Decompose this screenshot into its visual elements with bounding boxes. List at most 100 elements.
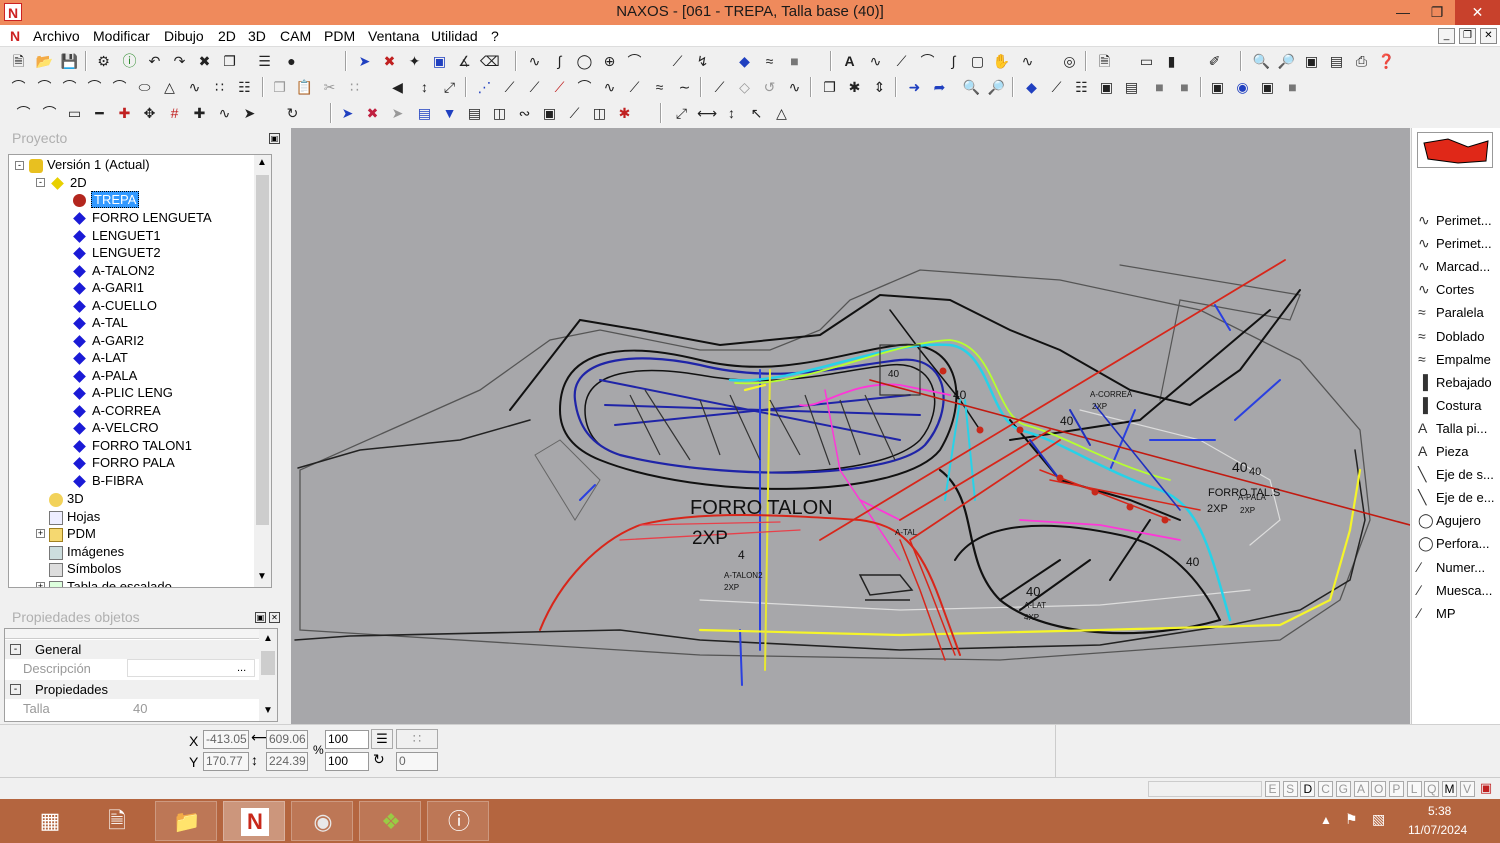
minimize-button[interactable]: —	[1386, 0, 1420, 25]
equal-icon[interactable]: ▤	[465, 104, 484, 122]
align-button[interactable]: ☰	[371, 729, 393, 749]
pointer-icon[interactable]: ➤	[240, 104, 259, 122]
stitch-icon[interactable]: ▮	[1162, 52, 1181, 70]
menu-help[interactable]: ?	[491, 28, 499, 44]
multi-icon[interactable]: ∷	[345, 78, 364, 96]
export-icon[interactable]: 🗎	[1095, 52, 1114, 70]
expand-tabla-icon[interactable]: +	[36, 582, 45, 587]
knife-icon[interactable]: ⟋	[550, 78, 569, 96]
collapse-propiedades-icon[interactable]: -	[10, 684, 21, 695]
status-toggle-l[interactable]: L	[1406, 781, 1422, 797]
mirror-icon[interactable]: ▭	[1137, 52, 1156, 70]
settings-icon[interactable]: ⚙	[94, 52, 113, 70]
piece-preview[interactable]	[1417, 132, 1493, 168]
shade-icon[interactable]: ■	[1283, 78, 1302, 96]
menu-modificar[interactable]: Modificar	[93, 28, 150, 44]
tree-node-piece[interactable]: A-GARI2	[71, 332, 144, 349]
tree-node-2d[interactable]: 2D	[49, 174, 87, 191]
arc-icon[interactable]: ⌒	[625, 52, 644, 70]
x-coordinate-field[interactable]: -413.05	[203, 730, 249, 749]
model-icon[interactable]: ▣	[1258, 78, 1277, 96]
scroll-down-icon[interactable]: ▼	[257, 571, 267, 582]
tool-item[interactable]: A Pieza	[1418, 441, 1469, 462]
pattern-icon[interactable]: ◆	[1022, 78, 1041, 96]
redo-icon[interactable]: ↷	[170, 52, 189, 70]
tool-item[interactable]: ◯ Perfora...	[1418, 533, 1489, 554]
tray-flag-icon[interactable]: ⚑	[1345, 811, 1358, 828]
stitch2-icon[interactable]: ∿	[215, 104, 234, 122]
height-field[interactable]: 224.39	[266, 752, 308, 771]
drawing-canvas[interactable]: FORRO TALON 2XP FORRO TAL.S 2XP 40 40 A-…	[291, 128, 1410, 724]
scale-y-field[interactable]: 100	[325, 752, 369, 771]
help-icon[interactable]: ❓	[1377, 52, 1396, 70]
collapse-general-icon[interactable]: -	[10, 644, 21, 655]
corner2-icon[interactable]: ⌒	[40, 104, 59, 122]
tree-node-3d[interactable]: 3D	[49, 490, 84, 507]
prop-group-propiedades[interactable]: - Propiedades	[5, 680, 259, 699]
arc3-icon[interactable]: ⌒	[60, 78, 79, 96]
mdi-minimize-button[interactable]: _	[1438, 28, 1455, 44]
rectangle-icon[interactable]: ▢	[968, 52, 987, 70]
taskbar-calculator[interactable]: ▦	[19, 801, 81, 841]
cylinder-icon[interactable]: ▤	[415, 104, 434, 122]
tree-node-version[interactable]: Versión 1 (Actual)	[29, 156, 150, 173]
width-field[interactable]: 609.06	[266, 730, 308, 749]
tray-signal-icon[interactable]: ▧	[1372, 811, 1385, 828]
info-icon[interactable]: ⓘ	[120, 52, 139, 70]
taskbar-explorer-docs[interactable]: 🗎	[86, 801, 148, 841]
copy-icon[interactable]: ❐	[270, 78, 289, 96]
undo-icon[interactable]: ↶	[145, 52, 164, 70]
curve3-icon[interactable]: ⟋	[565, 104, 584, 122]
status-toggle-d[interactable]: D	[1300, 781, 1316, 797]
tool-item[interactable]: ∿ Marcad...	[1418, 256, 1490, 277]
tree-node-piece[interactable]: A-TAL	[71, 314, 128, 331]
cancel-icon[interactable]: ✖	[380, 52, 399, 70]
menu-archivo[interactable]: Archivo	[33, 28, 80, 44]
polyline-icon[interactable]: ↯	[693, 52, 712, 70]
measure-icon[interactable]: ∡	[455, 52, 474, 70]
status-toggle-a[interactable]: A	[1353, 781, 1369, 797]
sheet-icon[interactable]: ▣	[1097, 78, 1116, 96]
zigzag2-icon[interactable]: ∿	[785, 78, 804, 96]
tree-node-piece[interactable]: B-FIBRA	[71, 472, 143, 489]
paste-icon[interactable]: 📋	[295, 78, 314, 96]
tree-node-piece[interactable]: A-PLIC LENG	[71, 384, 173, 401]
frame2-icon[interactable]: ▣	[540, 104, 559, 122]
tree-node-piece[interactable]: A-VELCRO	[71, 419, 158, 436]
tree-scrollbar[interactable]: ▲ ▼	[254, 155, 271, 587]
copy-layer-icon[interactable]: ❐	[220, 52, 239, 70]
tool-item[interactable]: ∿ Perimet...	[1418, 233, 1492, 254]
arrow-in-icon[interactable]: ➜	[905, 78, 924, 96]
collapse-icon[interactable]: -	[15, 161, 24, 170]
bars-icon[interactable]: ◫	[590, 104, 609, 122]
taskbar-file-explorer[interactable]: 📁	[155, 801, 217, 841]
send-icon[interactable]: ➤	[388, 104, 407, 122]
tool-item[interactable]: ∿ Perimet...	[1418, 210, 1492, 231]
grid-snap-button[interactable]: ∷	[396, 729, 438, 749]
tree-node-piece[interactable]: A-LAT	[71, 349, 128, 366]
slash-icon[interactable]: ⟋	[500, 78, 519, 96]
status-toggle-m[interactable]: M	[1442, 781, 1457, 797]
tree-node-trepa[interactable]: TREPA	[71, 191, 140, 208]
props-close-icon[interactable]: ✕	[269, 612, 280, 623]
menu-cam[interactable]: CAM	[280, 28, 311, 44]
scale-icon[interactable]: ⤢	[440, 78, 459, 96]
tree-node-piece[interactable]: FORRO LENGUETA	[71, 209, 212, 226]
tree-node-piece[interactable]: A-CUELLO	[71, 297, 157, 314]
grid-icon[interactable]: ☷	[235, 78, 254, 96]
window-select-icon[interactable]: ▣	[430, 52, 449, 70]
v-dimension-icon[interactable]: ↕	[722, 104, 741, 122]
target-icon[interactable]: ◎	[1060, 52, 1079, 70]
pattern-drawing[interactable]: FORRO TALON 2XP FORRO TAL.S 2XP 40 40 A-…	[291, 128, 1410, 724]
collapse-2d-icon[interactable]: -	[36, 178, 45, 187]
tree-node-piece[interactable]: FORRO PALA	[71, 454, 175, 471]
angle-icon[interactable]: ↖	[747, 104, 766, 122]
dash-icon[interactable]: ━	[90, 104, 109, 122]
tree-node-hojas[interactable]: Hojas	[49, 508, 100, 525]
tree-node-pdm[interactable]: PDM	[49, 525, 96, 542]
menu-pdm[interactable]: PDM	[324, 28, 355, 44]
circle-icon[interactable]: ◯	[575, 52, 594, 70]
snap-icon[interactable]: ✦	[405, 52, 424, 70]
arrow-out-icon[interactable]: ➦	[930, 78, 949, 96]
corner-icon[interactable]: ⌒	[14, 104, 33, 122]
